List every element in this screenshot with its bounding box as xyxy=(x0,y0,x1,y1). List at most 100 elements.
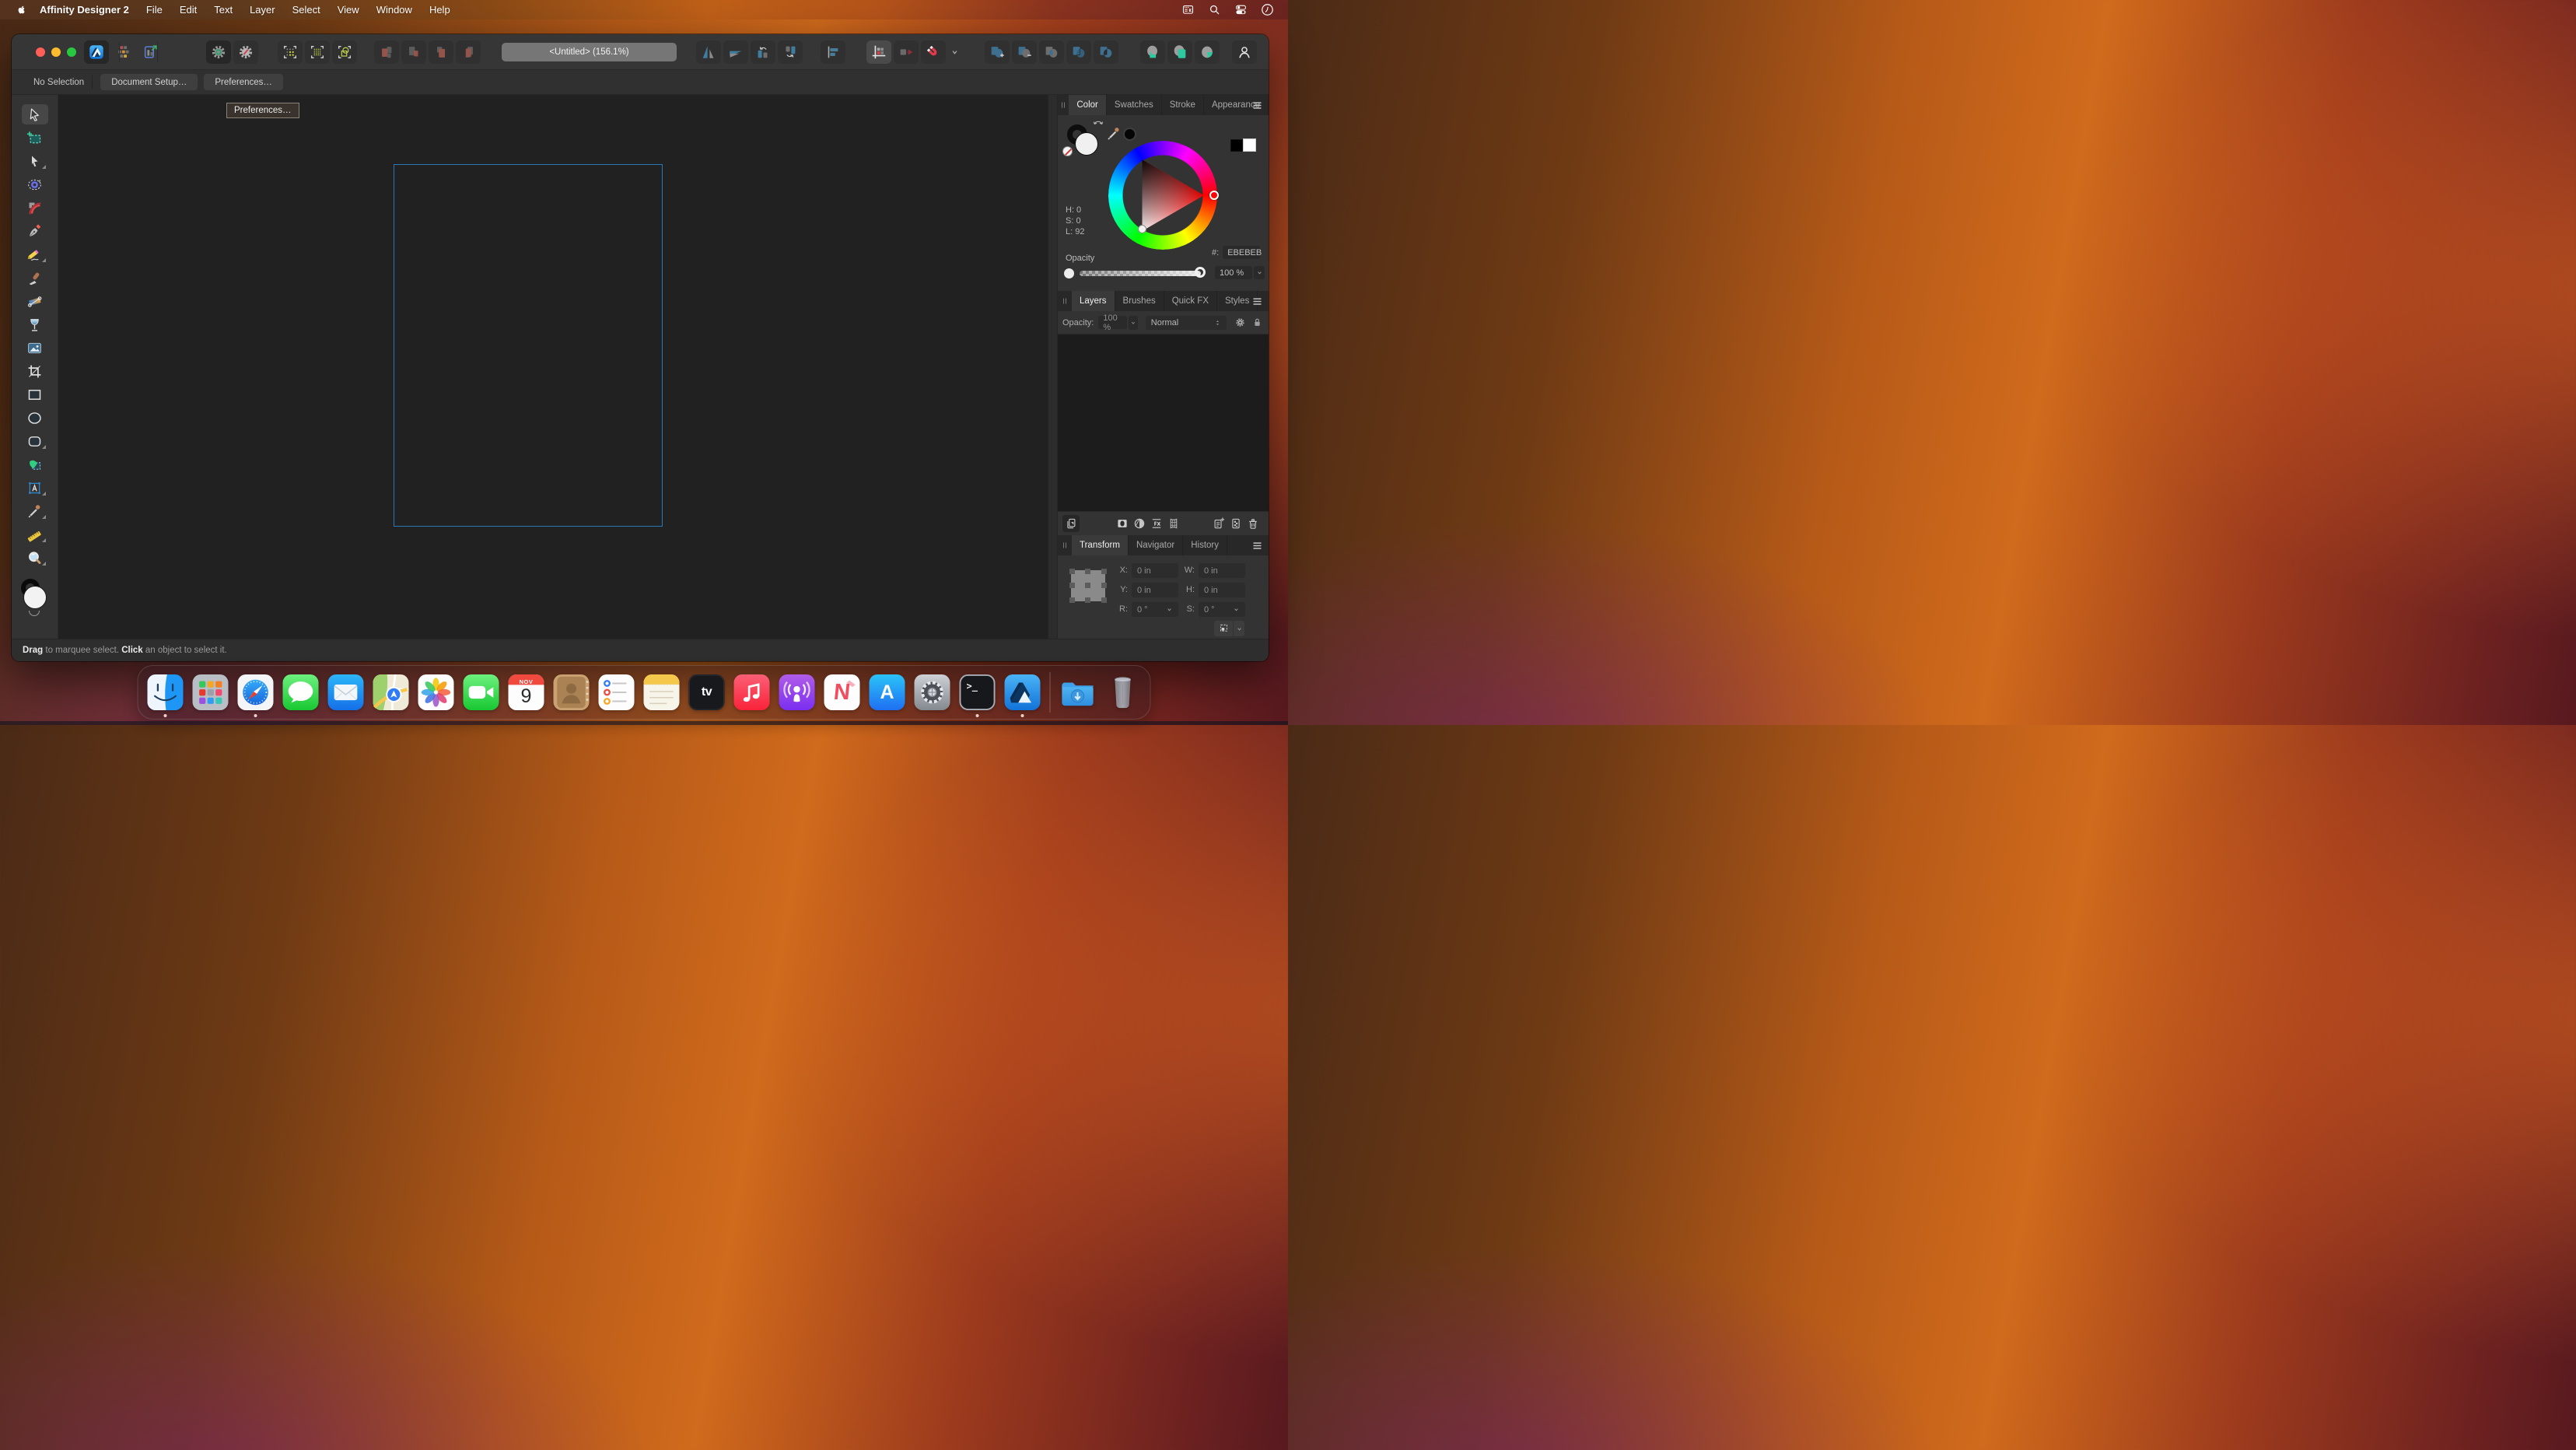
black-white-swatches[interactable] xyxy=(1230,138,1257,152)
node-tool[interactable] xyxy=(22,151,48,171)
minimize-window-button[interactable] xyxy=(51,47,61,57)
blend-mode-dropdown[interactable]: Normal xyxy=(1146,316,1227,330)
duplicate-layer-button[interactable] xyxy=(1062,515,1080,532)
dock-news[interactable]: N xyxy=(824,674,860,710)
add-pixel-layer-button[interactable] xyxy=(1227,515,1244,532)
snapping-options-chevron[interactable] xyxy=(948,40,961,64)
zoom-window-button[interactable] xyxy=(67,47,76,57)
dock-photos[interactable] xyxy=(418,674,454,710)
transparency-tool[interactable] xyxy=(22,314,48,334)
move-by-whole-pixels-button[interactable] xyxy=(894,40,919,64)
panel-drag-handle[interactable] xyxy=(1058,535,1072,555)
dock-safari[interactable] xyxy=(238,674,274,710)
layers-list[interactable] xyxy=(1058,334,1269,511)
document-setup-button[interactable]: Document Setup… xyxy=(100,74,198,90)
input-source-menu-icon[interactable] xyxy=(1174,0,1201,19)
panel-divider[interactable] xyxy=(1048,95,1058,639)
menu-view[interactable]: View xyxy=(329,4,368,16)
panel-drag-handle[interactable] xyxy=(1058,291,1072,311)
tab-swatches[interactable]: Swatches xyxy=(1107,95,1162,115)
snap-geometry-button[interactable] xyxy=(332,40,357,64)
anchor-point-selector[interactable] xyxy=(1071,570,1105,601)
adjustment-layer-button[interactable] xyxy=(1131,515,1148,532)
insert-inside-button[interactable] xyxy=(1167,40,1192,64)
panel-drag-handle[interactable] xyxy=(1058,95,1069,115)
dock-finder[interactable] xyxy=(148,674,184,710)
measure-tool[interactable] xyxy=(22,524,48,545)
transform-origin-button[interactable] xyxy=(1214,621,1233,636)
mask-layer-button[interactable] xyxy=(1114,515,1131,532)
menu-text[interactable]: Text xyxy=(205,4,241,16)
tab-history[interactable]: History xyxy=(1183,535,1227,555)
insert-behind-button[interactable] xyxy=(1140,40,1165,64)
hardware-acceleration-button[interactable] xyxy=(233,40,258,64)
account-button[interactable] xyxy=(1232,40,1257,64)
zoom-tool[interactable] xyxy=(22,548,48,568)
dock-app-store[interactable]: A xyxy=(870,674,905,710)
menu-app[interactable]: Affinity Designer 2 xyxy=(31,4,138,16)
dock-podcasts[interactable] xyxy=(779,674,815,710)
tab-brushes[interactable]: Brushes xyxy=(1115,291,1164,311)
snap-selection-button[interactable] xyxy=(278,40,303,64)
menu-window[interactable]: Window xyxy=(368,4,421,16)
fill-stroke-selector[interactable] xyxy=(1066,124,1101,159)
color-picker-icon[interactable] xyxy=(1106,126,1122,142)
rotation-field[interactable]: 0 ° xyxy=(1132,602,1178,617)
hue-selector[interactable] xyxy=(1209,191,1219,200)
opacity-slider-knob[interactable] xyxy=(1195,267,1206,278)
move-tool[interactable] xyxy=(22,104,48,124)
dock-tv[interactable]: tv xyxy=(689,674,725,710)
rectangle-tool[interactable] xyxy=(22,384,48,405)
flip-horizontal-button[interactable] xyxy=(696,40,721,64)
apple-menu[interactable] xyxy=(11,3,31,16)
w-field[interactable]: 0 in xyxy=(1199,563,1245,578)
swap-fill-stroke-icon[interactable] xyxy=(1092,117,1104,126)
dock-downloads[interactable] xyxy=(1060,674,1096,710)
opacity-slider[interactable] xyxy=(1080,271,1201,276)
tab-color[interactable]: Color xyxy=(1069,95,1106,115)
tab-stroke[interactable]: Stroke xyxy=(1162,95,1204,115)
layer-opacity-field[interactable]: 100 % xyxy=(1098,316,1127,329)
black-swatch[interactable] xyxy=(1230,139,1243,152)
live-filter-button[interactable] xyxy=(1165,515,1182,532)
fill-stroke-color-well[interactable] xyxy=(18,579,52,615)
fill-gradient-tool[interactable] xyxy=(22,291,48,311)
dock-affinity-designer[interactable] xyxy=(1005,674,1041,710)
dock-facetime[interactable] xyxy=(464,674,499,710)
tab-layers[interactable]: Layers xyxy=(1072,291,1115,311)
transform-origin-chevron[interactable] xyxy=(1234,621,1244,636)
boolean-xor-button[interactable] xyxy=(1094,40,1118,64)
fill-color-swatch[interactable] xyxy=(23,586,47,609)
layer-effects-button[interactable] xyxy=(1148,515,1165,532)
vector-brush-tool[interactable] xyxy=(22,268,48,288)
move-to-back-button[interactable] xyxy=(456,40,481,64)
crop-tool[interactable] xyxy=(22,361,48,381)
snap-grid-button[interactable] xyxy=(305,40,330,64)
designer-persona-button[interactable] xyxy=(84,40,109,64)
menu-help[interactable]: Help xyxy=(421,4,459,16)
color-picker-tool[interactable] xyxy=(22,501,48,521)
panel-menu-icon[interactable] xyxy=(1248,535,1265,555)
x-field[interactable]: 0 in xyxy=(1132,563,1178,578)
dock-divider[interactable] xyxy=(1050,672,1051,713)
color-triangle[interactable] xyxy=(1108,141,1217,250)
artboard-tool[interactable] xyxy=(22,128,48,148)
rounded-rectangle-tool[interactable] xyxy=(22,431,48,451)
boolean-add-button[interactable] xyxy=(985,40,1010,64)
document-title[interactable]: <Untitled> (156.1%) xyxy=(502,43,677,61)
export-persona-button[interactable] xyxy=(138,40,163,64)
assistant-button[interactable] xyxy=(206,40,231,64)
menu-layer[interactable]: Layer xyxy=(241,4,284,16)
white-swatch[interactable] xyxy=(1243,138,1256,152)
saturation-lightness-selector[interactable] xyxy=(1138,225,1146,233)
opacity-value-field[interactable]: 100 % xyxy=(1215,266,1252,279)
pencil-tool[interactable] xyxy=(22,244,48,264)
ellipse-tool[interactable] xyxy=(22,408,48,428)
y-field[interactable]: 0 in xyxy=(1132,583,1178,597)
dock-contacts[interactable] xyxy=(554,674,590,710)
corner-tool[interactable] xyxy=(22,198,48,218)
menu-file[interactable]: File xyxy=(138,4,171,16)
flip-vertical-button[interactable] xyxy=(723,40,748,64)
panel-menu-icon[interactable] xyxy=(1248,95,1265,115)
tab-navigator[interactable]: Navigator xyxy=(1129,535,1183,555)
